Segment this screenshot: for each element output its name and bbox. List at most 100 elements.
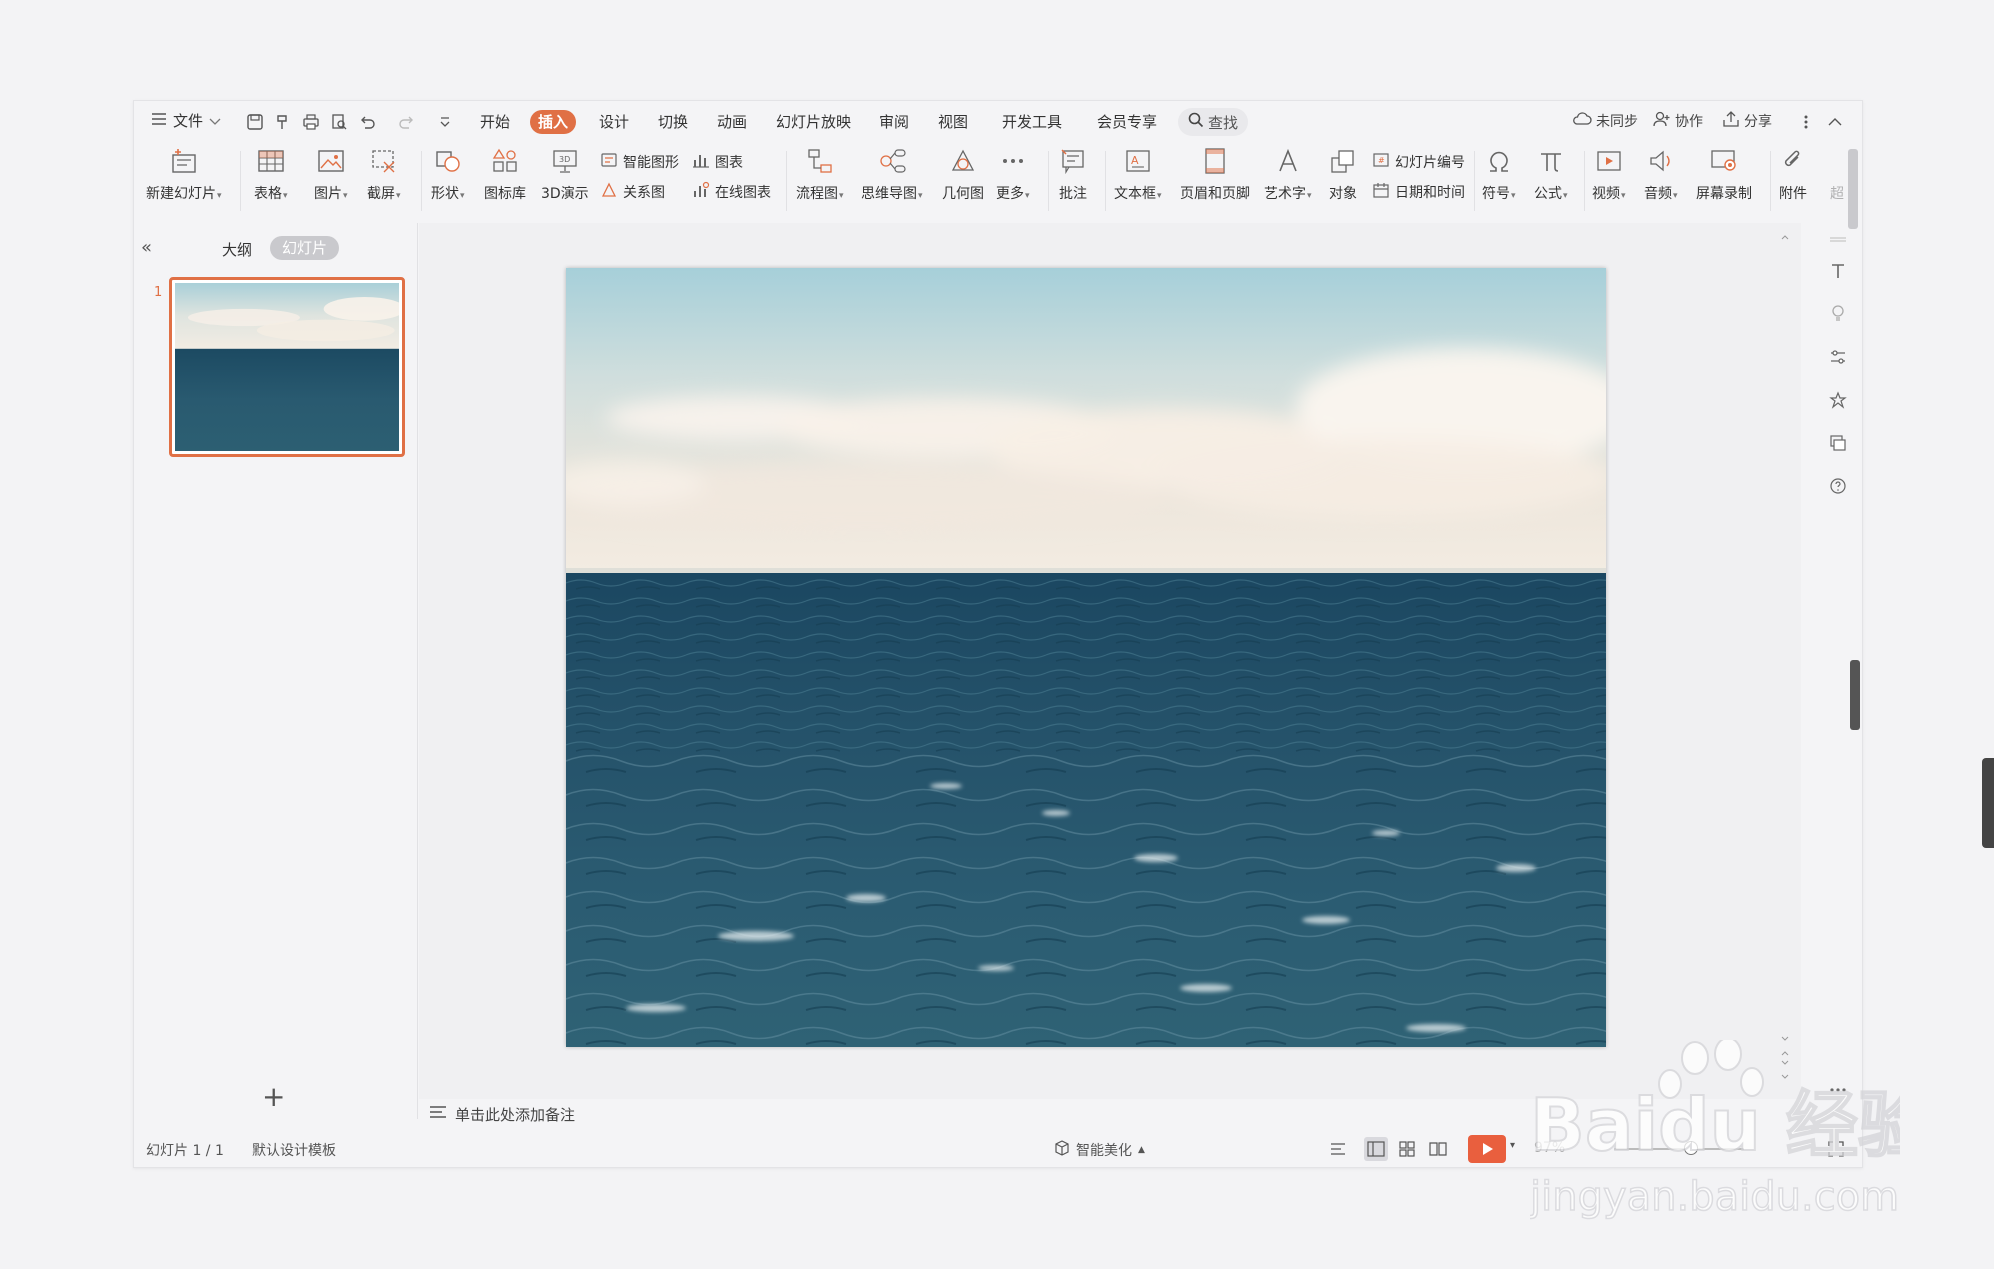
tab-review[interactable]: 审阅 [871, 110, 917, 134]
watermark-url: jingyan.baidu.com [1530, 1174, 1899, 1220]
icon-library-button[interactable]: 图标库 [484, 143, 526, 203]
lightbulb-icon[interactable] [1826, 301, 1850, 325]
attachment-button[interactable]: 附件 [1779, 143, 1807, 203]
ocean-horizon-image[interactable] [566, 268, 1606, 1047]
share-button[interactable]: 分享 [1722, 111, 1772, 131]
shape-button[interactable]: 形状▾ [431, 143, 465, 203]
collaborate-button[interactable]: 协作 [1653, 111, 1703, 131]
notes-area[interactable]: 单击此处添加备注 [419, 1099, 1801, 1129]
tab-design[interactable]: 设计 [591, 110, 637, 134]
smart-beautify-button[interactable]: 智能美化 ▲ [1054, 1140, 1145, 1160]
customize-toolbar-icon[interactable] [434, 111, 456, 133]
slideshow-play-button[interactable] [1468, 1135, 1506, 1163]
tab-view[interactable]: 视图 [930, 110, 976, 134]
more-horizontal-icon[interactable] [1826, 1078, 1850, 1102]
tab-home[interactable]: 开始 [472, 110, 518, 134]
print-icon[interactable] [300, 111, 322, 133]
slide-transition-icon[interactable] [1826, 431, 1850, 455]
tab-insert[interactable]: 插入 [530, 110, 577, 134]
editor-scrollbar[interactable] [1781, 233, 1789, 1093]
overflow-label: 超 [1830, 186, 1844, 202]
online-chart-button[interactable]: 在线图表 [692, 181, 771, 203]
more-label: 更多 [996, 186, 1024, 202]
zoom-level[interactable]: 97% [1534, 1140, 1565, 1156]
relation-diagram-button[interactable]: 关系图 [600, 181, 665, 203]
audio-button[interactable]: 音频▾ [1644, 143, 1678, 203]
more-button[interactable]: 更多▾ [996, 143, 1030, 203]
icon-library-icon [491, 143, 519, 179]
grid-view-icon[interactable] [1395, 1137, 1419, 1161]
geometry-button[interactable]: 几何图 [942, 143, 984, 203]
collapse-panel-icon[interactable]: « [141, 237, 152, 258]
collapse-ribbon-icon[interactable] [1824, 111, 1846, 133]
notes-toggle-icon[interactable] [1327, 1137, 1351, 1161]
wordart-button[interactable]: 艺术字▾ [1264, 143, 1312, 203]
object-button[interactable]: 对象 [1329, 143, 1357, 203]
object-icon [1329, 143, 1357, 179]
screenshot-button[interactable]: 截屏▾ [367, 143, 401, 203]
fit-window-icon[interactable] [1824, 1137, 1848, 1161]
app-window: 文件 开始 插入 设计 切换 动画 幻灯片放映 审阅 视图 开发工具 会员专享 … [133, 100, 1863, 1168]
pane-handle-icon[interactable] [1826, 227, 1850, 251]
relation-diagram-label: 关系图 [623, 185, 665, 201]
template-name[interactable]: 默认设计模板 [252, 1140, 336, 1160]
formula-button[interactable]: 公式▾ [1534, 143, 1568, 203]
tab-transition[interactable]: 切换 [650, 110, 696, 134]
help-icon[interactable] [1826, 474, 1850, 498]
tab-member[interactable]: 会员专享 [1089, 110, 1165, 134]
flowchart-button[interactable]: 流程图▾ [796, 143, 844, 203]
overflow-button[interactable]: 超 [1830, 143, 1844, 203]
add-slide-icon[interactable]: + [262, 1083, 285, 1111]
slide-thumbnail[interactable] [169, 277, 406, 457]
redo-icon[interactable] [396, 111, 418, 133]
video-button[interactable]: 视频▾ [1592, 143, 1626, 203]
file-menu-button[interactable]: 文件 [151, 110, 221, 131]
screen-record-button[interactable]: 屏幕录制 [1696, 143, 1752, 203]
undo-icon[interactable] [356, 111, 378, 133]
header-footer-button[interactable]: 页眉和页脚 [1180, 143, 1250, 203]
tab-outline[interactable]: 大纲 [222, 239, 252, 260]
smart-art-button[interactable]: 智能图形 [600, 151, 679, 173]
mindmap-button[interactable]: 思维导图▾ [861, 143, 923, 203]
reading-view-icon[interactable] [1426, 1137, 1450, 1161]
edge-handle[interactable] [1982, 758, 1994, 848]
date-time-label: 日期和时间 [1395, 185, 1465, 201]
tab-developer[interactable]: 开发工具 [994, 110, 1070, 134]
table-label: 表格 [254, 186, 282, 202]
comment-button[interactable]: 批注 [1059, 143, 1087, 203]
titlebar: 文件 开始 插入 设计 切换 动画 幻灯片放映 审阅 视图 开发工具 会员专享 … [134, 101, 1862, 143]
shape-label: 形状 [431, 186, 459, 202]
tab-slideshow[interactable]: 幻灯片放映 [768, 110, 859, 134]
slide-number-label: 幻灯片编号 [1395, 155, 1465, 171]
play-dropdown-icon[interactable]: ▾ [1510, 1140, 1515, 1151]
picture-button[interactable]: 图片▾ [314, 143, 348, 203]
side-handle[interactable] [1850, 660, 1860, 730]
normal-view-icon[interactable] [1364, 1137, 1388, 1161]
smart-art-icon [600, 151, 618, 173]
star-animation-icon[interactable] [1826, 388, 1850, 412]
more-vertical-icon[interactable] [1795, 111, 1817, 133]
sync-status-button[interactable]: 未同步 [1572, 111, 1638, 131]
search-icon [1188, 112, 1204, 132]
search-button[interactable]: 查找 [1178, 108, 1249, 136]
tab-slides[interactable]: 幻灯片 [270, 236, 340, 260]
zoom-slider[interactable] [1614, 1148, 1744, 1150]
adjust-sliders-icon[interactable] [1826, 345, 1850, 369]
symbol-button[interactable]: 符号▾ [1482, 143, 1516, 203]
zoom-slider-handle[interactable] [1684, 1141, 1698, 1155]
date-time-button[interactable]: 日期和时间 [1372, 181, 1465, 203]
save-icon[interactable] [244, 111, 266, 133]
tab-animation[interactable]: 动画 [709, 110, 755, 134]
3d-demo-button[interactable]: 3D 3D演示 [541, 143, 589, 203]
print-preview-icon[interactable] [328, 111, 350, 133]
slide-number-button[interactable]: # 幻灯片编号 [1372, 151, 1465, 173]
chart-button[interactable]: 图表 [692, 151, 743, 173]
new-slide-button[interactable]: 新建幻灯片▾ [146, 143, 222, 203]
current-slide[interactable] [566, 268, 1606, 1047]
chevron-down-icon [209, 112, 221, 130]
text-icon[interactable] [1826, 259, 1850, 283]
format-painter-icon[interactable] [272, 111, 294, 133]
ribbon-scrollbar[interactable] [1848, 149, 1858, 229]
table-button[interactable]: 表格▾ [254, 143, 288, 203]
textbox-button[interactable]: A 文本框▾ [1114, 143, 1162, 203]
